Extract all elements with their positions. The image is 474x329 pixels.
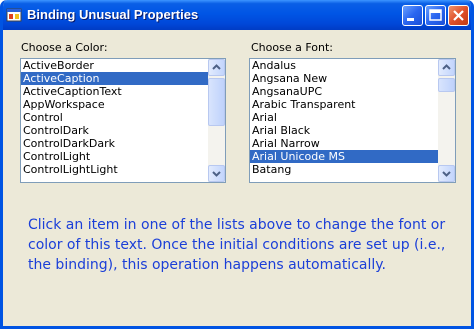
list-item[interactable]: Arial Unicode MS xyxy=(250,150,438,163)
list-item[interactable]: Arabic Transparent xyxy=(250,98,438,111)
minimize-button[interactable] xyxy=(402,5,423,26)
font-listbox[interactable]: Andalus Angsana New AngsanaUPC Arabic Trans… xyxy=(249,58,456,183)
scroll-thumb[interactable] xyxy=(438,78,455,92)
app-icon xyxy=(6,7,22,23)
font-items: Andalus Angsana New AngsanaUPC Arabic Trans… xyxy=(250,59,438,176)
arrow-up-icon xyxy=(442,64,451,70)
list-item[interactable]: ActiveCaption xyxy=(21,72,208,85)
scroll-thumb[interactable] xyxy=(208,78,225,126)
list-item[interactable]: Arial xyxy=(250,111,438,124)
list-item[interactable]: ControlDark xyxy=(21,124,208,137)
scroll-up-button[interactable] xyxy=(208,59,225,76)
maximize-button[interactable] xyxy=(425,5,446,26)
maximize-icon xyxy=(429,9,442,21)
list-item[interactable]: ControlDarkDark xyxy=(21,137,208,150)
list-item[interactable]: ControlLightLight xyxy=(21,163,208,176)
list-item[interactable]: AppWorkspace xyxy=(21,98,208,111)
font-list-scrollbar[interactable] xyxy=(438,59,455,182)
close-button[interactable] xyxy=(448,5,469,26)
scroll-down-button[interactable] xyxy=(438,165,455,182)
minimize-icon xyxy=(407,18,414,21)
close-icon xyxy=(453,10,464,21)
color-items: ActiveBorder ActiveCaption ActiveCaptionTe… xyxy=(21,59,208,176)
scroll-up-button[interactable] xyxy=(438,59,455,76)
info-text: Click an item in one of the lists above … xyxy=(28,217,446,273)
main-window: Binding Unusual Properties Choose a Colo… xyxy=(0,0,474,329)
window-title: Binding Unusual Properties xyxy=(27,7,199,22)
list-item[interactable]: Arial Narrow xyxy=(250,137,438,150)
list-item[interactable]: Angsana New xyxy=(250,72,438,85)
arrow-down-icon xyxy=(442,171,451,177)
arrow-down-icon xyxy=(212,171,221,177)
font-list-label: Choose a Font: xyxy=(251,41,334,54)
list-item[interactable]: AngsanaUPC xyxy=(250,85,438,98)
color-list-label: Choose a Color: xyxy=(21,41,108,54)
color-list-scrollbar[interactable] xyxy=(208,59,225,182)
list-item[interactable]: Batang xyxy=(250,163,438,176)
list-item[interactable]: ActiveBorder xyxy=(21,59,208,72)
list-item[interactable]: Andalus xyxy=(250,59,438,72)
list-item[interactable]: Arial Black xyxy=(250,124,438,137)
color-listbox[interactable]: ActiveBorder ActiveCaption ActiveCaptionTe… xyxy=(20,58,226,183)
list-item[interactable]: ActiveCaptionText xyxy=(21,85,208,98)
list-item[interactable]: Control xyxy=(21,111,208,124)
arrow-up-icon xyxy=(212,64,221,70)
list-item[interactable]: ControlLight xyxy=(21,150,208,163)
scroll-down-button[interactable] xyxy=(208,165,225,182)
title-bar[interactable]: Binding Unusual Properties xyxy=(3,0,471,30)
